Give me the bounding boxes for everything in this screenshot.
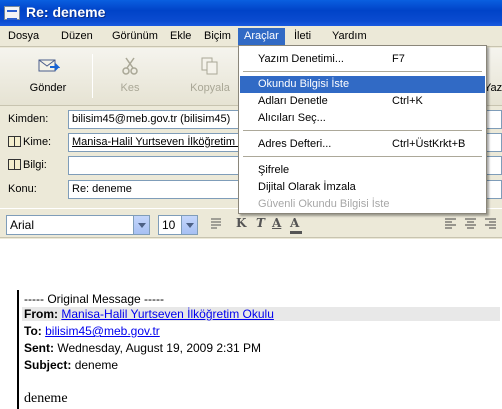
quote-from-line: From: Manisa-Halil Yurtseven İlköğretim …	[22, 307, 500, 321]
menu-item-check-names[interactable]: Adları Denetle Ctrl+K	[240, 93, 485, 110]
underline-button[interactable]: A	[272, 216, 284, 234]
chevron-down-icon	[181, 216, 197, 234]
quote-sent-line: Sent: Wednesday, August 19, 2009 2:31 PM	[24, 341, 261, 355]
menu-yardim[interactable]: Yardım	[326, 28, 373, 46]
italic-button[interactable]: T	[256, 216, 268, 234]
cut-button[interactable]: Kes	[108, 52, 152, 102]
font-size-value: 10	[162, 218, 176, 232]
menu-item-encrypt[interactable]: Şifrele	[240, 162, 485, 179]
original-message-header: ----- Original Message -----	[24, 292, 165, 306]
quote-to-label: To:	[24, 324, 42, 338]
to-value: Manisa-Halil Yurtseven İlköğretim O	[72, 136, 247, 148]
shortcut-label: F7	[392, 53, 405, 65]
quote-from-link[interactable]: Manisa-Halil Yurtseven İlköğretim Okulu	[61, 307, 274, 321]
from-value: bilisim45@meb.gov.tr (bilisim45)	[72, 113, 231, 125]
bold-button[interactable]: K	[236, 216, 250, 234]
scissors-icon	[122, 57, 138, 75]
cut-label: Kes	[120, 82, 140, 94]
toolbar-separator	[92, 54, 93, 98]
menu-separator	[243, 156, 482, 157]
menu-duzen[interactable]: Düzen	[55, 28, 99, 46]
quote-subject-value: deneme	[74, 358, 119, 372]
subject-label: Konu:	[8, 183, 37, 195]
font-color-button[interactable]: A	[290, 216, 302, 234]
menu-separator	[243, 130, 482, 131]
paragraph-style-icon	[211, 218, 221, 229]
quote-to-line: To: bilisim45@meb.gov.tr	[24, 324, 160, 338]
menu-bar: Dosya Düzen Görünüm Ekle Biçim Araçlar İ…	[0, 26, 502, 47]
quote-subject-line: Subject: deneme	[24, 358, 118, 372]
menu-item-address-book[interactable]: Adres Defteri... Ctrl+ÜstKrkt+B	[240, 136, 485, 153]
align-right-button[interactable]	[484, 216, 498, 234]
copy-label: Kopyala	[190, 82, 230, 94]
subject-value: Re: deneme	[72, 183, 132, 195]
quote-from-label: From:	[24, 307, 58, 321]
align-center-icon	[465, 218, 476, 229]
menu-item-select-recipients[interactable]: Alıcıları Seç...	[240, 110, 485, 127]
cc-label[interactable]: Bilgi:	[8, 159, 47, 171]
from-label: Kimden:	[8, 113, 49, 125]
chevron-down-icon	[133, 216, 149, 234]
menu-gorunum[interactable]: Görünüm	[106, 28, 164, 46]
address-book-icon	[8, 159, 21, 170]
font-select[interactable]: Arial	[6, 215, 150, 235]
copy-icon	[201, 57, 218, 75]
menu-dosya[interactable]: Dosya	[2, 28, 45, 46]
menu-bicim[interactable]: Biçim	[198, 28, 237, 46]
align-right-icon	[485, 218, 496, 229]
quote-body-text: deneme	[24, 391, 68, 406]
align-center-button[interactable]	[464, 216, 478, 234]
menu-item-request-read-receipt[interactable]: Okundu Bilgisi İste	[240, 76, 485, 93]
shortcut-label: Ctrl+K	[392, 95, 423, 107]
tools-menu-dropdown: Yazım Denetimi... F7 Okundu Bilgisi İste …	[238, 45, 487, 214]
send-button[interactable]: Gönder	[20, 52, 76, 102]
quote-sent-value: Wednesday, August 19, 2009 2:31 PM	[57, 341, 262, 355]
font-value: Arial	[10, 218, 35, 232]
menu-ekle[interactable]: Ekle	[164, 28, 197, 46]
send-label: Gönder	[29, 82, 67, 94]
quote-subject-label: Subject:	[24, 358, 72, 372]
to-label[interactable]: Kime:	[8, 136, 51, 148]
menu-item-digitally-sign[interactable]: Dijital Olarak İmzala	[240, 179, 485, 196]
menu-item-secure-receipt[interactable]: Güvenli Okundu Bilgisi İste	[240, 196, 485, 213]
quote-sent-label: Sent:	[24, 341, 54, 355]
font-size-select[interactable]: 10	[158, 215, 198, 235]
address-book-icon	[8, 136, 21, 147]
copy-button[interactable]: Kopyala	[182, 52, 238, 102]
quote-to-link[interactable]: bilisim45@meb.gov.tr	[45, 324, 160, 338]
menu-ileti[interactable]: İleti	[288, 28, 317, 46]
shortcut-label: Ctrl+ÜstKrkt+B	[392, 138, 466, 150]
align-left-button[interactable]	[444, 216, 458, 234]
send-icon	[38, 59, 60, 72]
menu-araclar[interactable]: Araçlar	[238, 28, 285, 46]
menu-item-spell-check[interactable]: Yazım Denetimi... F7	[240, 51, 485, 68]
window-title: Re: deneme	[26, 4, 106, 20]
quote-bar	[17, 290, 19, 409]
menu-separator	[243, 71, 482, 72]
paragraph-style-button[interactable]	[208, 216, 226, 234]
align-left-icon	[445, 218, 456, 229]
message-window-icon	[4, 6, 20, 20]
title-bar[interactable]: Re: deneme	[0, 0, 502, 26]
